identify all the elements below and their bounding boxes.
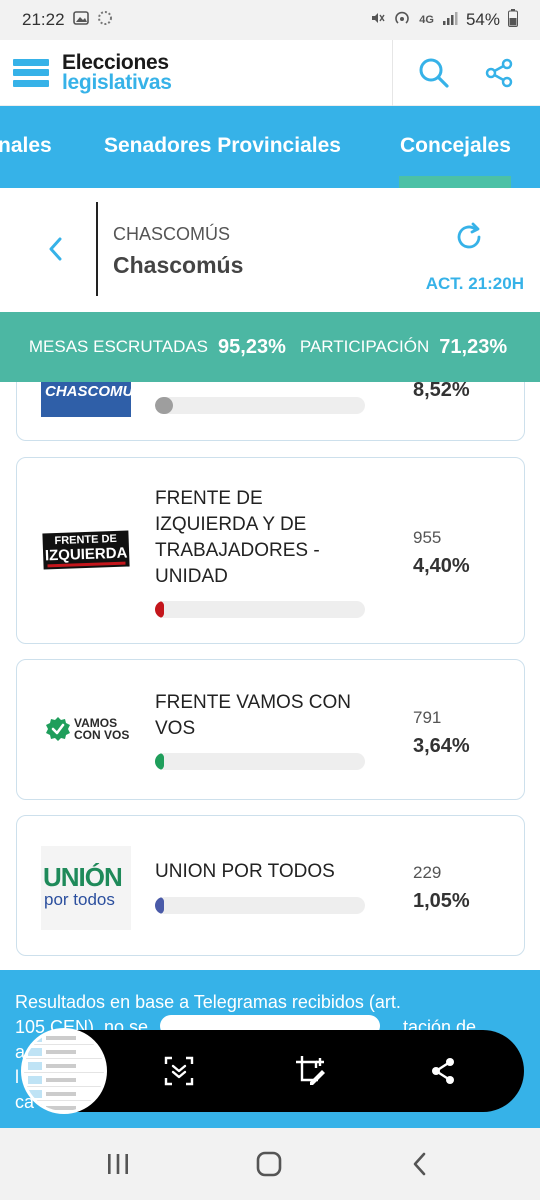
status-bar: 21:22 4G 54% [0,0,540,40]
mute-icon [369,10,385,30]
logo-title: Elecciones [62,50,169,74]
checkmark-badge-icon [46,717,70,741]
share-button[interactable] [479,53,519,93]
party-percentage: 3,64% [413,735,470,757]
logo[interactable]: Elecciones legislativas [13,50,172,94]
party-logo-text: CHASCOMUS [45,383,131,400]
scroll-capture-button[interactable] [159,1051,199,1091]
vote-bar [155,753,365,770]
vote-bar-fill [155,601,164,618]
vote-bar [155,397,365,414]
party-logo: FRENTE DE IZQUIERDA [42,530,130,570]
party-percentage: 1,05% [413,890,470,912]
party-votes: 955 [413,528,442,547]
party-logo: UNIÓN por todos [41,846,131,930]
vote-bar-fill [155,753,164,770]
disclaimer-line: Resultados en base a Telegramas recibido… [15,992,401,1012]
argentina-flag-icon [13,58,49,87]
battery-percent: 54% [465,10,500,29]
party-logo: VAMOS CON VOS [45,714,131,744]
share-icon [432,1058,454,1084]
party-name: UNION POR TODOS [155,861,335,882]
back-icon [413,1152,426,1176]
party-logo-text: por todos [44,890,115,909]
hotspot-icon [393,10,411,30]
refresh-button[interactable] [452,220,486,254]
header-divider [392,40,393,106]
tab-diputados[interactable]: nales [0,134,52,158]
mesas-label: MESAS ESCRUTADAS [28,337,209,356]
party-votes: 791 [413,708,442,727]
party-percentage: 8,52% [413,379,470,401]
vote-bar [155,897,365,914]
location-name: Chascomús [113,252,244,278]
mesas-value: 95,23% [218,335,286,358]
stats-bar-overlay: MESAS ESCRUTADAS 95,23% PARTICIPACIÓN 71… [0,312,540,382]
active-tab-indicator [399,176,511,188]
tab-senadores-provinciales[interactable]: Senadores Provinciales [104,134,341,158]
back-button[interactable] [40,232,72,266]
party-name: FRENTE DE IZQUIERDA Y DE TRABAJADORES - … [155,488,320,587]
search-button[interactable] [414,53,454,93]
last-update: ACT. 21:20H [425,274,524,293]
vote-bar [155,601,365,618]
clock: 21:22 [22,10,65,29]
party-logo-text: UNIÓN [43,862,123,892]
home-icon [256,1151,282,1177]
loading-icon [97,10,113,30]
app-header: Elecciones legislativas [0,40,540,106]
gallery-icon [72,11,89,29]
participacion-label: PARTICIPACIÓN [299,337,430,356]
tab-concejales[interactable]: Concejales [400,134,511,158]
participacion-value: 71,23% [439,335,508,358]
crop-edit-button[interactable] [291,1051,331,1091]
screenshot-thumbnail[interactable] [21,1028,107,1114]
party-percentage: 4,40% [413,555,470,577]
share-icon [485,58,513,88]
crop-edit-icon [296,1056,325,1085]
chevron-left-icon [49,237,62,261]
network-type: 4G [419,14,434,26]
location-divider [96,202,98,296]
refresh-icon [457,222,481,249]
home-button[interactable] [249,1146,289,1182]
toolbar-share-button[interactable] [423,1051,463,1091]
party-votes: 229 [413,863,442,882]
battery-icon [508,9,518,31]
scroll-capture-icon [164,1056,194,1086]
vote-bar-fill [155,397,173,414]
party-name: FRENTE VAMOS CON VOS [155,692,351,739]
search-icon [419,58,449,88]
signal-icon [442,11,458,29]
nav-back-button[interactable] [400,1146,440,1182]
logo-subtitle: legislativas [62,70,172,94]
party-card[interactable]: VAMOS CON VOS FRENTE VAMOS CON VOS 791 3… [16,659,525,800]
party-logo-text: CON VOS [74,728,130,742]
party-card[interactable]: FRENTE DE IZQUIERDA FRENTE DE IZQUIERDA … [16,457,525,644]
recents-icon [108,1154,128,1174]
location-region: CHASCOMÚS [113,224,231,244]
vote-bar-fill [155,897,164,914]
system-nav-bar [0,1128,540,1200]
party-card[interactable]: UNIÓN por todos UNION POR TODOS 229 1,05… [16,815,525,956]
recents-button[interactable] [98,1146,138,1182]
